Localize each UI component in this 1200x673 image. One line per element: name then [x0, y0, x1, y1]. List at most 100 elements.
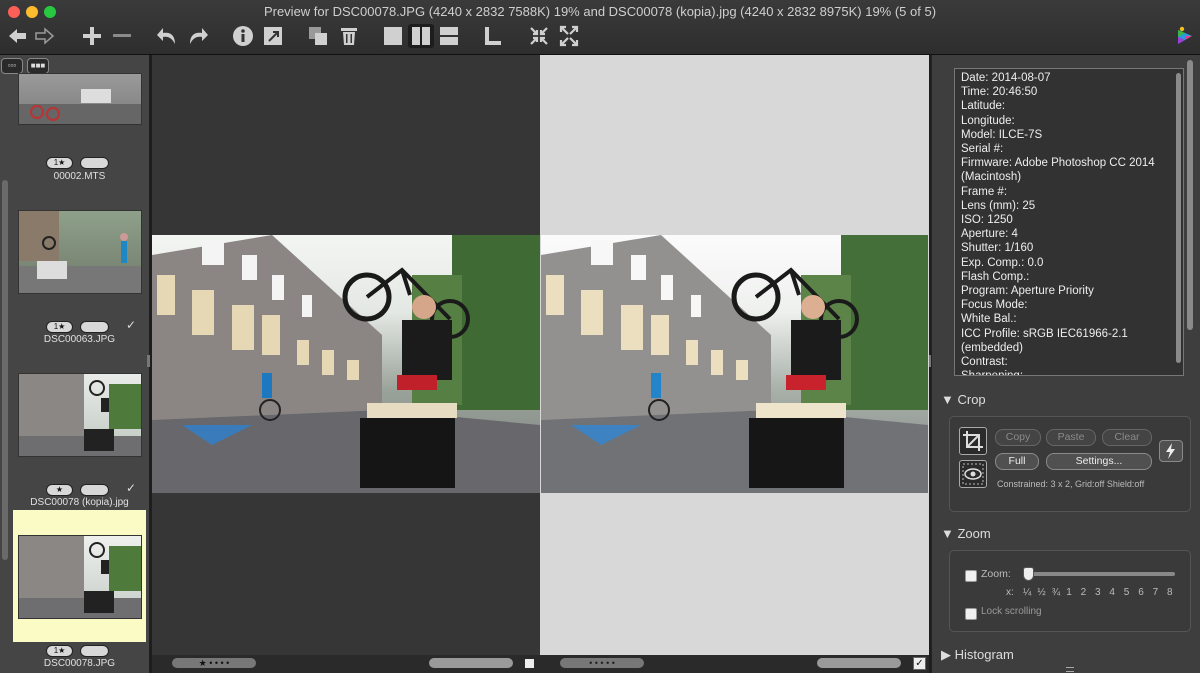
exif-line: Aperture: 4	[961, 228, 1018, 241]
left-image-viewer[interactable]	[152, 55, 540, 660]
add-icon[interactable]	[81, 24, 103, 48]
crop-status: Constrained: 3 x 2, Grid:off Shield:off	[997, 479, 1145, 489]
thumbnail-scrollbar[interactable]	[0, 80, 10, 660]
crop-clear-button[interactable]: Clear	[1102, 429, 1152, 446]
thumbnail-filename: 00002.MTS	[53, 171, 106, 182]
label-badge[interactable]	[80, 157, 109, 169]
crop-group: Copy Paste Clear Full Settings... Constr…	[949, 416, 1191, 512]
exif-line: Firmware: Adobe Photoshop CC 2014	[961, 157, 1155, 170]
lock-scrolling-label: Lock scrolling	[981, 606, 1042, 617]
horizontal-scrollbar[interactable]	[429, 658, 513, 668]
undo-icon[interactable]	[155, 24, 179, 48]
crop-full-button[interactable]: Full	[995, 453, 1039, 470]
disclosure-open-icon: ▼	[941, 392, 958, 407]
rating-badge[interactable]: 1★	[46, 321, 73, 333]
toolbar: Preview for DSC00078.JPG (4240 x 2832 75…	[0, 0, 1200, 55]
exif-line: Model: ILCE-7S	[961, 128, 1043, 141]
exif-line: Serial #:	[961, 143, 1004, 156]
crop-settings-button[interactable]: Settings...	[1046, 453, 1152, 470]
exif-line: Frame #:	[961, 185, 1008, 198]
zoom-tick-label: 6	[1138, 587, 1144, 598]
histogram-section-header[interactable]: ▶ Histogram	[941, 647, 1014, 663]
left-viewer-statusbar: ★ • • • •	[152, 655, 540, 673]
side-by-side-icon[interactable]	[408, 24, 434, 48]
zoom-tick-label: 4	[1109, 587, 1115, 598]
exif-line: Exp. Comp.: 0.0	[961, 256, 1044, 269]
crop-paste-button[interactable]: Paste	[1046, 429, 1096, 446]
rating-stars[interactable]: • • • • •	[560, 658, 644, 668]
trash-icon[interactable]	[338, 24, 360, 48]
thumbnail-filename: DSC00078.JPG	[43, 658, 116, 669]
crop-tool-icon[interactable]	[959, 427, 987, 455]
eye-icon[interactable]	[959, 460, 987, 488]
exif-line: (Macintosh)	[961, 171, 1022, 184]
exif-line: Sharpening:	[955, 369, 1171, 375]
zoom-label: Zoom:	[981, 568, 1011, 580]
checkmark-icon[interactable]: ✓	[126, 481, 136, 495]
zoom-tick-label: 1	[1066, 587, 1072, 598]
remove-icon[interactable]	[111, 24, 133, 48]
thumbnail-image	[18, 210, 142, 294]
crop-section-header[interactable]: ▼ Crop	[941, 392, 986, 407]
thumbnail-cell[interactable]: 1★ ✓ DSC00063.JPG	[13, 205, 146, 345]
zoom-tick-label: ½	[1037, 587, 1046, 598]
stacked-view-icon[interactable]	[438, 24, 460, 48]
thumbnail-image	[18, 535, 142, 619]
label-badge[interactable]	[80, 321, 109, 333]
select-checkbox[interactable]	[525, 659, 534, 668]
rating-badge[interactable]: 1★	[46, 645, 73, 657]
disclosure-closed-icon: ▶	[941, 647, 955, 662]
zoom-tick-label: 2	[1080, 587, 1087, 598]
splitter-handle[interactable]	[147, 355, 150, 367]
zoom-checkbox[interactable]	[965, 570, 977, 582]
rating-badge[interactable]: 1★	[46, 157, 73, 169]
exif-line: Date: 2014-08-07	[961, 72, 1051, 84]
rating-badge[interactable]: ★	[46, 484, 73, 496]
thumbnail-cell[interactable]: ★ ✓ DSC00078 (kopia).jpg	[13, 365, 146, 509]
grid-large-view-button[interactable]: ■■■	[27, 58, 49, 74]
label-badge[interactable]	[80, 645, 109, 657]
window-title: Preview for DSC00078.JPG (4240 x 2832 75…	[263, 4, 937, 19]
crop-copy-button[interactable]: Copy	[995, 429, 1041, 446]
back-arrow-icon[interactable]	[6, 24, 28, 48]
zoom-slider[interactable]	[1023, 567, 1175, 581]
lock-scrolling-checkbox[interactable]	[965, 608, 977, 620]
zoom-section-header[interactable]: ▼ Zoom	[941, 526, 991, 541]
histogram-title: Histogram	[954, 647, 1014, 662]
exif-scrollbar[interactable]	[1176, 73, 1181, 363]
exif-line: ICC Profile: sRGB IEC61966-2.1	[961, 327, 1128, 340]
fullscreen-icon[interactable]	[558, 24, 580, 48]
horizontal-scrollbar[interactable]	[817, 658, 901, 668]
lightning-icon[interactable]	[1159, 440, 1183, 462]
info-icon[interactable]	[232, 24, 254, 48]
resize-handle[interactable]	[1066, 667, 1074, 672]
fit-icon[interactable]	[528, 24, 550, 48]
zoom-tick-label: 7	[1152, 587, 1159, 598]
zoom-tick-label: ¼	[1023, 587, 1032, 598]
zoom-slider-knob[interactable]	[1023, 567, 1034, 581]
align-icon[interactable]	[482, 24, 504, 48]
export-icon[interactable]	[262, 24, 284, 48]
label-badge[interactable]	[80, 484, 109, 496]
checkmark-icon[interactable]: ✓	[126, 318, 136, 332]
forward-arrow-icon[interactable]	[34, 24, 56, 48]
exif-line: Longitude:	[961, 114, 1015, 127]
right-viewer-statusbar: • • • • • ✓	[540, 655, 929, 673]
exif-line: Shutter: 1/160	[961, 242, 1034, 255]
grid-small-view-button[interactable]: ▫▫▫	[1, 58, 23, 74]
thumbnail-cell[interactable]: 1★ 00002.MTS	[13, 73, 146, 185]
thumbnail-filename: DSC00063.JPG	[43, 334, 116, 345]
rating-stars[interactable]: ★ • • • •	[172, 658, 256, 668]
right-image-viewer[interactable]	[540, 55, 929, 660]
exif-list: Date: 2014-08-07 Time: 20:46:50 Latitude: L…	[955, 71, 1171, 375]
thumbnail-image	[18, 373, 142, 457]
select-checkbox-checked[interactable]: ✓	[913, 657, 926, 670]
thumbnail-image	[18, 73, 142, 125]
zoom-tick-label: 3	[1095, 587, 1101, 598]
redo-icon[interactable]	[186, 24, 210, 48]
exif-line: Time: 20:46:50	[961, 86, 1038, 99]
thumbnail-cell-selected[interactable]	[13, 510, 146, 642]
exif-line: Contrast:	[961, 356, 1008, 369]
single-view-icon[interactable]	[382, 24, 404, 48]
duplicate-icon[interactable]	[307, 24, 329, 48]
